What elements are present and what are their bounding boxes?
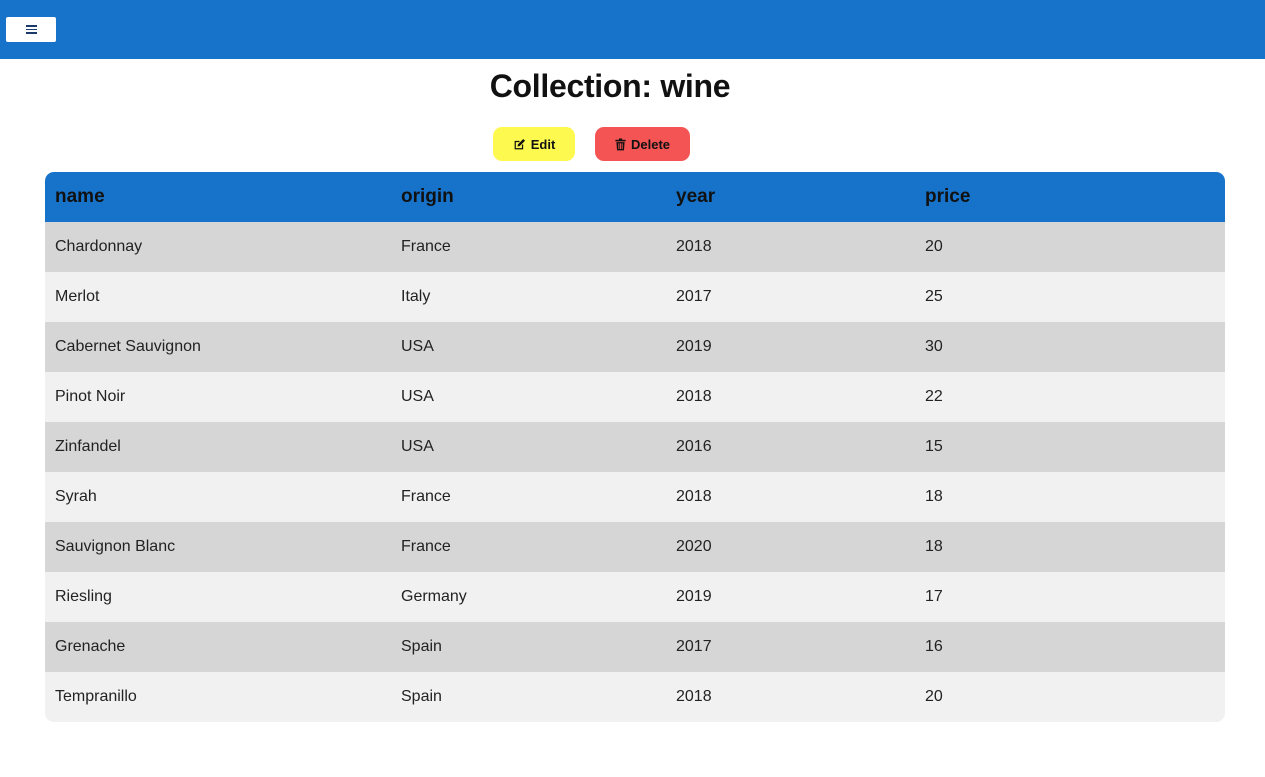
cell-name: Merlot [45, 272, 391, 322]
column-header-price[interactable]: price [915, 172, 1225, 222]
top-bar [0, 0, 1265, 59]
page-title: Collection: wine [489, 68, 731, 104]
table-row[interactable]: Grenache Spain 2017 16 [45, 622, 1225, 672]
cell-year: 2020 [666, 522, 915, 572]
cell-name: Sauvignon Blanc [45, 522, 391, 572]
table-row[interactable]: Pinot Noir USA 2018 22 [45, 372, 1225, 422]
cell-year: 2017 [666, 622, 915, 672]
cell-origin: Spain [391, 672, 666, 722]
cell-origin: France [391, 472, 666, 522]
cell-year: 2018 [666, 372, 915, 422]
cell-price: 25 [915, 272, 1225, 322]
cell-price: 30 [915, 322, 1225, 372]
menu-button[interactable] [6, 17, 56, 42]
column-header-name[interactable]: name [45, 172, 391, 222]
cell-name: Chardonnay [45, 222, 391, 272]
cell-name: Tempranillo [45, 672, 391, 722]
cell-origin: USA [391, 372, 666, 422]
cell-price: 22 [915, 372, 1225, 422]
cell-year: 2018 [666, 222, 915, 272]
cell-name: Riesling [45, 572, 391, 622]
hamburger-icon [25, 25, 37, 34]
delete-button-label: Delete [630, 136, 671, 152]
edit-button[interactable]: Edit [493, 127, 575, 161]
cell-origin: Spain [391, 622, 666, 672]
cell-year: 2018 [666, 672, 915, 722]
cell-origin: Germany [391, 572, 666, 622]
edit-icon [513, 138, 526, 151]
cell-origin: France [391, 222, 666, 272]
cell-name: Pinot Noir [45, 372, 391, 422]
cell-price: 20 [915, 672, 1225, 722]
cell-name: Syrah [45, 472, 391, 522]
column-header-origin[interactable]: origin [391, 172, 666, 222]
table-row[interactable]: Chardonnay France 2018 20 [45, 222, 1225, 272]
cell-origin: Italy [391, 272, 666, 322]
delete-button[interactable]: Delete [595, 127, 690, 161]
cell-price: 17 [915, 572, 1225, 622]
cell-origin: USA [391, 322, 666, 372]
cell-price: 18 [915, 472, 1225, 522]
collection-table: name origin year price Chardonnay France… [45, 172, 1225, 722]
table-row[interactable]: Merlot Italy 2017 25 [45, 272, 1225, 322]
table-row[interactable]: Riesling Germany 2019 17 [45, 572, 1225, 622]
cell-name: Grenache [45, 622, 391, 672]
cell-year: 2019 [666, 572, 915, 622]
table-row[interactable]: Syrah France 2018 18 [45, 472, 1225, 522]
cell-year: 2018 [666, 472, 915, 522]
cell-name: Zinfandel [45, 422, 391, 472]
cell-name: Cabernet Sauvignon [45, 322, 391, 372]
cell-price: 15 [915, 422, 1225, 472]
cell-year: 2016 [666, 422, 915, 472]
trash-icon [615, 137, 626, 151]
cell-price: 16 [915, 622, 1225, 672]
cell-origin: USA [391, 422, 666, 472]
cell-origin: France [391, 522, 666, 572]
table-row[interactable]: Tempranillo Spain 2018 20 [45, 672, 1225, 722]
table-row[interactable]: Sauvignon Blanc France 2020 18 [45, 522, 1225, 572]
cell-year: 2019 [666, 322, 915, 372]
cell-price: 18 [915, 522, 1225, 572]
table-header-row: name origin year price [45, 172, 1225, 222]
table-row[interactable]: Cabernet Sauvignon USA 2019 30 [45, 322, 1225, 372]
column-header-year[interactable]: year [666, 172, 915, 222]
table-row[interactable]: Zinfandel USA 2016 15 [45, 422, 1225, 472]
cell-price: 20 [915, 222, 1225, 272]
cell-year: 2017 [666, 272, 915, 322]
edit-button-label: Edit [530, 136, 556, 152]
